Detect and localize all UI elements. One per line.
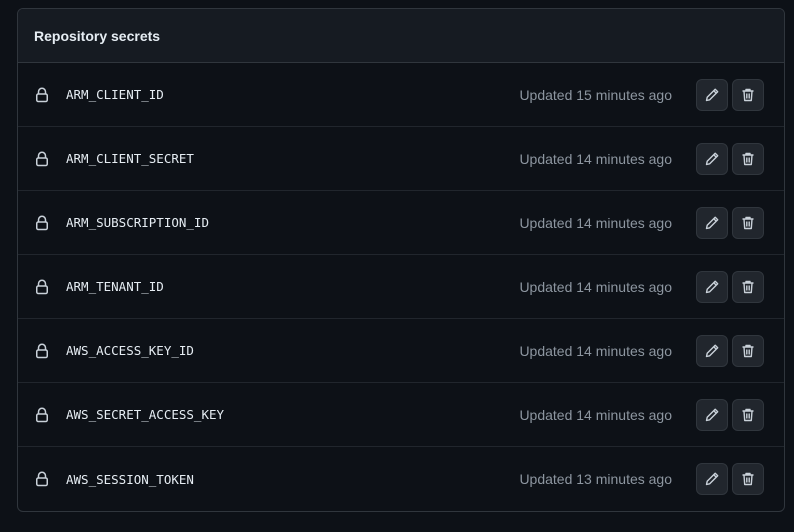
secret-name: AWS_ACCESS_KEY_ID <box>66 343 194 358</box>
edit-secret-button[interactable] <box>696 270 728 303</box>
trash-icon <box>740 87 756 103</box>
delete-secret-button[interactable] <box>732 206 764 239</box>
edit-secret-button[interactable] <box>696 206 728 239</box>
delete-secret-button[interactable] <box>732 334 764 367</box>
updated-timestamp: Updated 14 minutes ago <box>519 150 672 167</box>
lock-icon <box>34 343 50 359</box>
secret-name: ARM_TENANT_ID <box>66 279 164 294</box>
trash-icon <box>740 343 756 359</box>
repository-secrets-panel: Repository secrets ARM_CLIENT_ID Updated… <box>17 8 785 512</box>
secret-name: ARM_CLIENT_SECRET <box>66 151 194 166</box>
secret-row: ARM_CLIENT_ID Updated 15 minutes ago <box>18 63 784 127</box>
pencil-icon <box>704 279 720 295</box>
trash-icon <box>740 215 756 231</box>
delete-secret-button[interactable] <box>732 270 764 303</box>
updated-timestamp: Updated 14 minutes ago <box>519 342 672 359</box>
delete-secret-button[interactable] <box>732 398 764 431</box>
pencil-icon <box>704 151 720 167</box>
secret-name: ARM_CLIENT_ID <box>66 87 164 102</box>
edit-secret-button[interactable] <box>696 334 728 367</box>
updated-timestamp: Updated 14 minutes ago <box>519 278 672 295</box>
lock-icon <box>34 471 50 487</box>
lock-icon <box>34 279 50 295</box>
lock-icon <box>34 87 50 103</box>
lock-icon <box>34 151 50 167</box>
edit-secret-button[interactable] <box>696 142 728 175</box>
trash-icon <box>740 407 756 423</box>
secret-row: AWS_ACCESS_KEY_ID Updated 14 minutes ago <box>18 319 784 383</box>
panel-title: Repository secrets <box>18 9 784 63</box>
secret-row: AWS_SESSION_TOKEN Updated 13 minutes ago <box>18 447 784 511</box>
lock-icon <box>34 407 50 423</box>
secret-name: AWS_SESSION_TOKEN <box>66 471 194 487</box>
edit-secret-button[interactable] <box>696 78 728 111</box>
edit-secret-button[interactable] <box>696 398 728 431</box>
trash-icon <box>740 471 756 487</box>
secret-row: AWS_SECRET_ACCESS_KEY Updated 14 minutes… <box>18 383 784 447</box>
trash-icon <box>740 151 756 167</box>
updated-timestamp: Updated 14 minutes ago <box>519 214 672 231</box>
secret-row: ARM_CLIENT_SECRET Updated 14 minutes ago <box>18 127 784 191</box>
delete-secret-button[interactable] <box>732 142 764 175</box>
pencil-icon <box>704 87 720 103</box>
trash-icon <box>740 279 756 295</box>
secret-name: AWS_SECRET_ACCESS_KEY <box>66 407 225 422</box>
pencil-icon <box>704 215 720 231</box>
secret-name: ARM_SUBSCRIPTION_ID <box>66 215 209 230</box>
secret-row: ARM_SUBSCRIPTION_ID Updated 14 minutes a… <box>18 191 784 255</box>
pencil-icon <box>704 343 720 359</box>
delete-secret-button[interactable] <box>732 78 764 111</box>
updated-timestamp: Updated 15 minutes ago <box>519 86 672 103</box>
updated-timestamp: Updated 14 minutes ago <box>519 406 672 423</box>
pencil-icon <box>704 407 720 423</box>
secret-row: ARM_TENANT_ID Updated 14 minutes ago <box>18 255 784 319</box>
edit-secret-button[interactable] <box>696 463 728 495</box>
pencil-icon <box>704 471 720 487</box>
lock-icon <box>34 215 50 231</box>
updated-timestamp: Updated 13 minutes ago <box>519 471 672 487</box>
delete-secret-button[interactable] <box>732 463 764 495</box>
